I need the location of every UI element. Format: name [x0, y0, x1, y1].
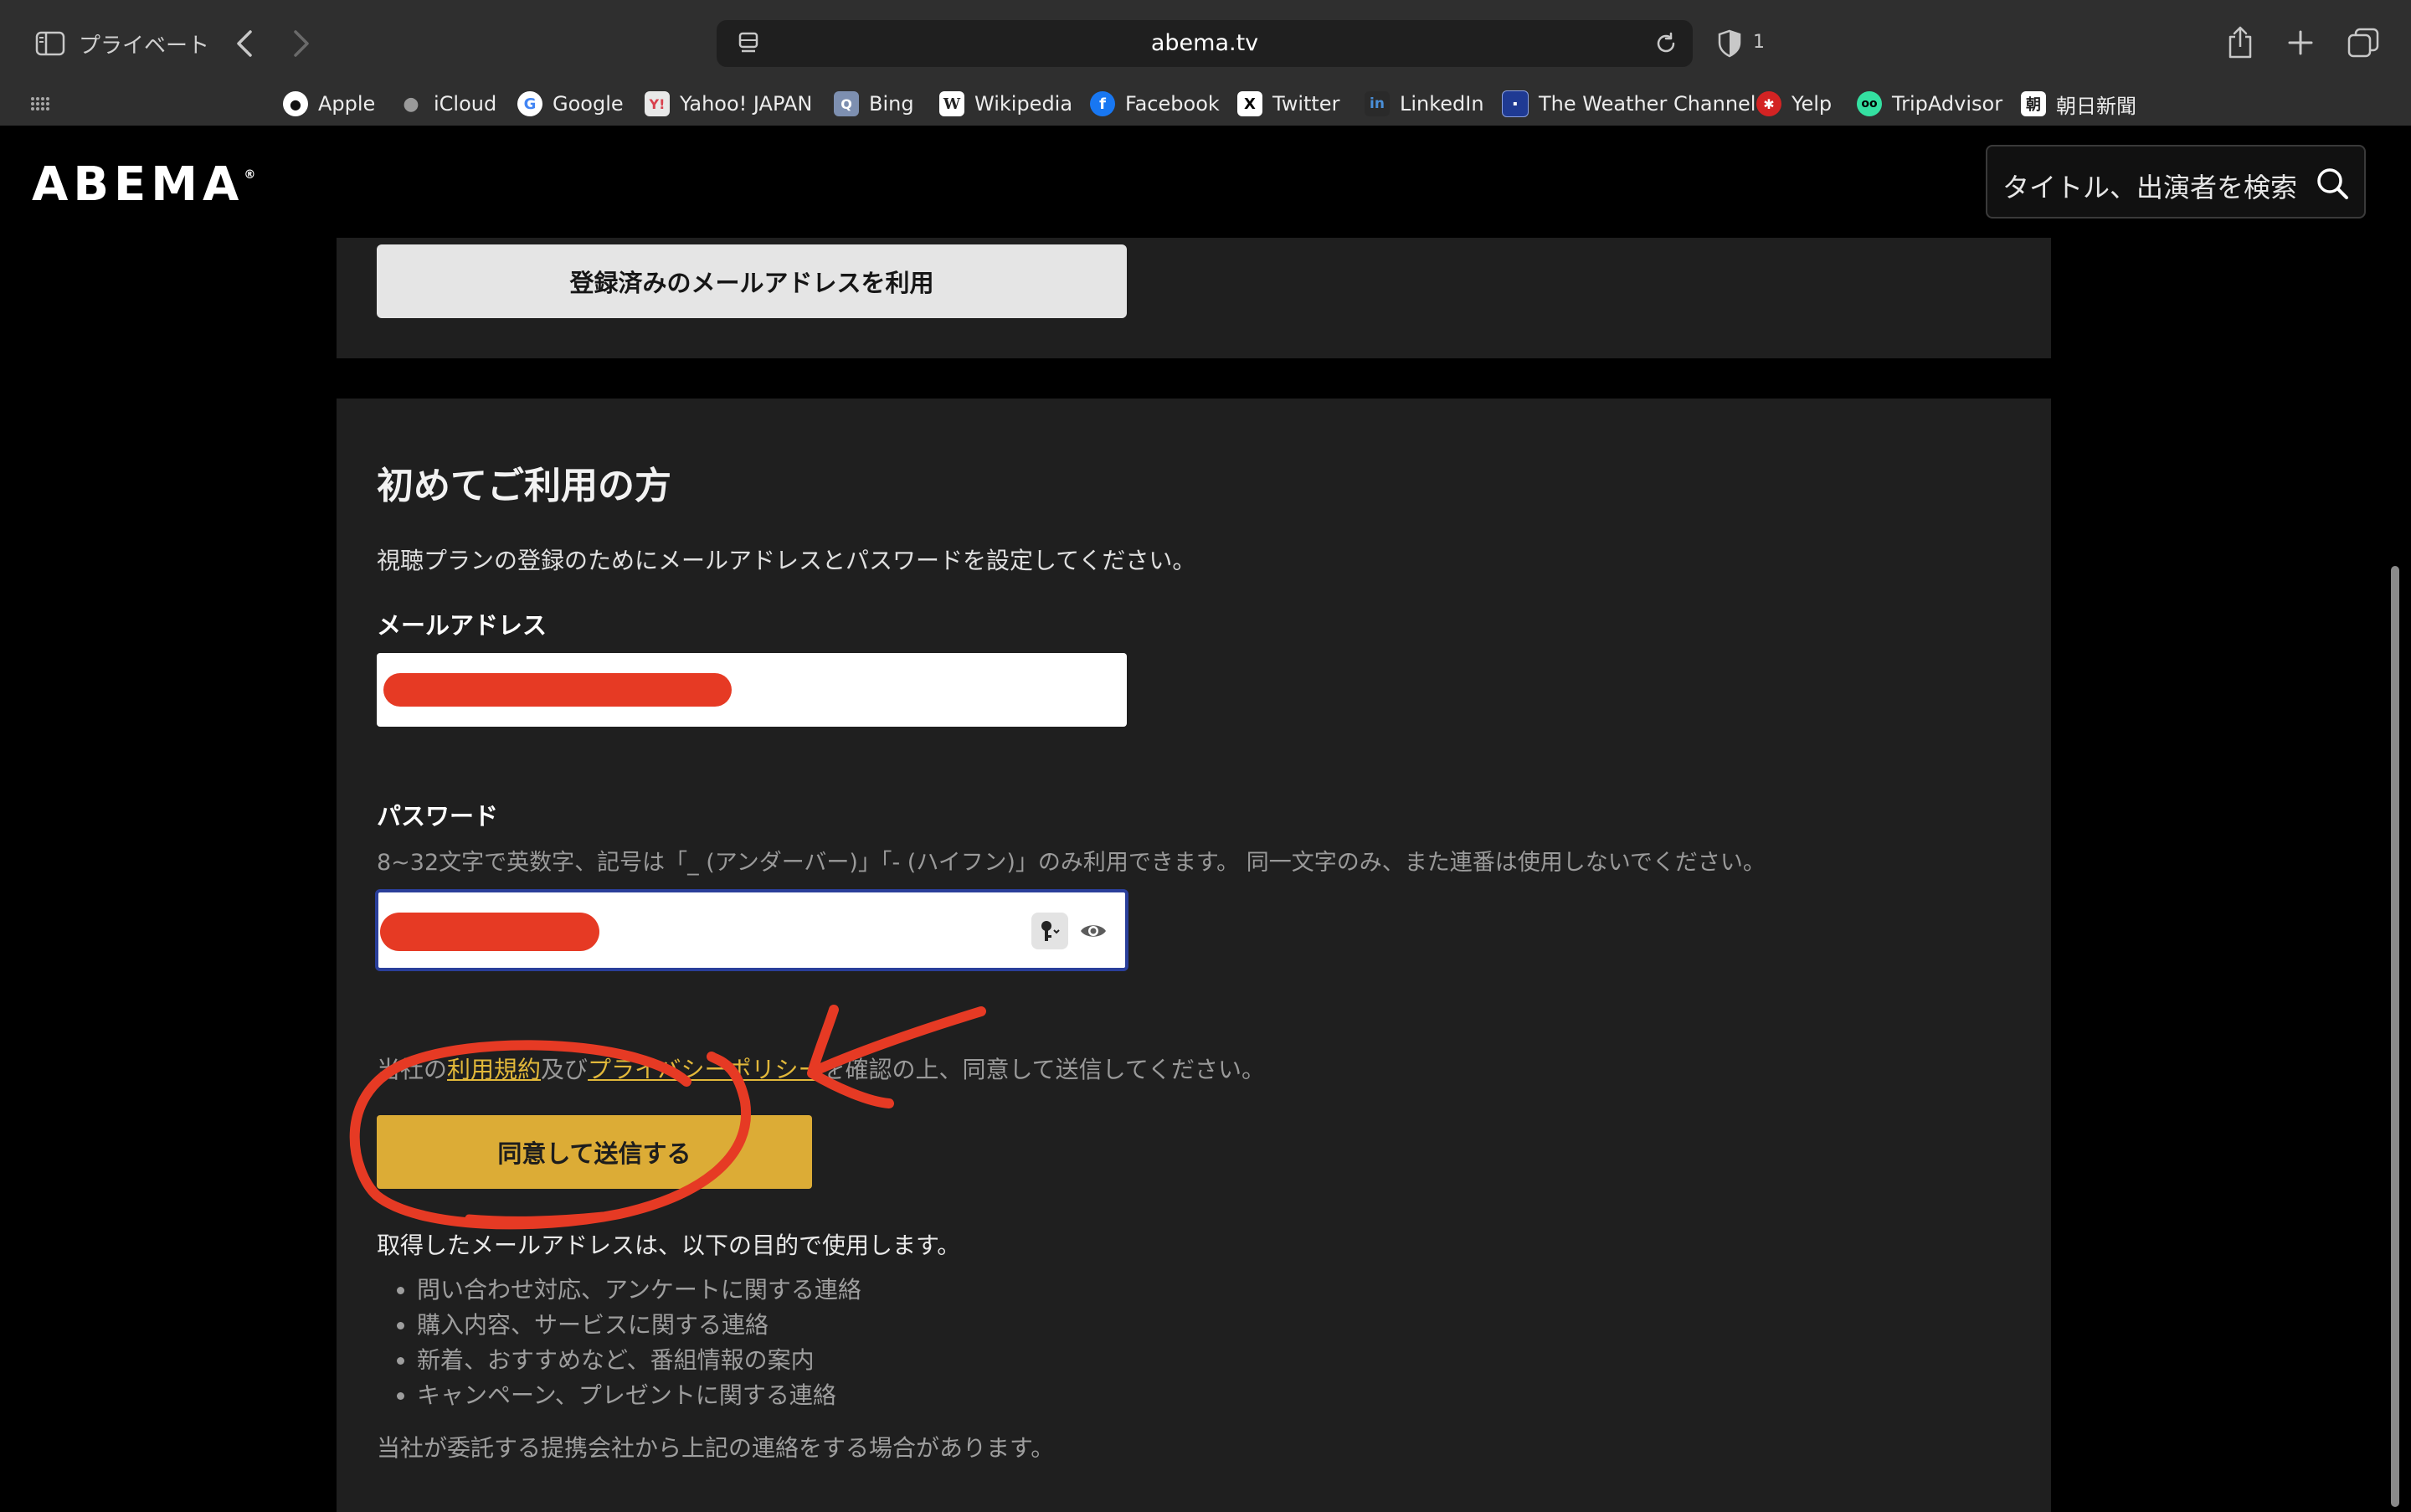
bookmark-label: Yelp — [1792, 92, 1833, 116]
abema-logo[interactable]: ABEMA® — [32, 157, 255, 212]
bookmark-linkedin[interactable]: in LinkedIn — [1365, 87, 1484, 121]
show-password-eye-icon[interactable] — [1077, 914, 1110, 948]
consent-prefix: 当社の — [377, 1056, 448, 1083]
section-description: 視聴プランの登録のためにメールアドレスとパスワードを設定してください。 — [377, 547, 1196, 574]
tracker-count: 1 — [1753, 32, 1765, 53]
apple-icon: ● — [403, 93, 419, 115]
purpose-intro: 取得したメールアドレスは、以下の目的で使用します。 — [377, 1232, 961, 1259]
redaction-mark — [383, 673, 732, 707]
bookmark-asahi[interactable]: 朝 朝日新聞 — [2021, 87, 2136, 121]
bookmark-tripadvisor[interactable]: oo TripAdvisor — [1857, 87, 2002, 121]
list-item: 新着、おすすめなど、番組情報の案内 — [417, 1343, 861, 1378]
address-bar[interactable]: abema.tv — [717, 20, 1693, 67]
password-field[interactable] — [375, 889, 1128, 971]
bookmark-wikipedia[interactable]: W Wikipedia — [939, 87, 1072, 121]
facebook-icon: f — [1090, 91, 1115, 116]
bookmark-yahoo-japan[interactable]: Y! Yahoo! JAPAN — [645, 87, 812, 121]
bookmark-label: Facebook — [1125, 92, 1220, 116]
page-scrollbar[interactable] — [2391, 566, 2399, 1507]
apps-grid-icon[interactable] — [25, 89, 55, 119]
use-registered-email-button[interactable]: 登録済みのメールアドレスを利用 — [377, 244, 1127, 318]
terms-of-service-link[interactable]: 利用規約 — [447, 1056, 541, 1083]
yahoo-icon: Y! — [645, 91, 670, 116]
tripadvisor-icon: oo — [1857, 91, 1882, 116]
bookmark-label: iCloud — [434, 92, 497, 116]
consent-and: 及び — [541, 1056, 589, 1083]
email-field[interactable] — [377, 653, 1127, 727]
new-tab-icon[interactable] — [2280, 20, 2321, 65]
main-content: 登録済みのメールアドレスを利用 初めてご利用の方 視聴プランの登録のためにメール… — [0, 238, 2411, 1512]
list-item: 購入内容、サービスに関する連絡 — [417, 1308, 861, 1343]
search-field[interactable]: タイトル、出演者を検索 — [1986, 145, 2366, 219]
bookmark-weather-channel[interactable]: ▪ The Weather Channel — [1502, 87, 1756, 121]
partner-note: 当社が委託する提携会社から上記の連絡をする場合があります。 — [377, 1434, 1055, 1462]
favorites-bar: ● Apple ● iCloud G Google Y! Yahoo! JAPA… — [0, 84, 2411, 124]
bookmark-label: LinkedIn — [1400, 92, 1484, 116]
private-browsing-label: プライベート — [79, 33, 210, 59]
browser-chrome: プライベート abema.tv 1 ● Apple ● iCloud G Goo… — [0, 0, 2411, 126]
redaction-mark — [380, 913, 599, 951]
forward-button[interactable] — [283, 23, 320, 64]
reload-icon[interactable] — [1651, 28, 1681, 59]
wikipedia-icon: W — [939, 91, 964, 116]
agree-and-submit-button[interactable]: 同意して送信する — [377, 1115, 812, 1189]
consent-text: 当社の利用規約及びプライバシーポリシーを確認の上、同意して送信してください。 — [377, 1052, 1265, 1085]
share-icon[interactable] — [2220, 20, 2260, 65]
bookmark-label: Bing — [869, 92, 914, 116]
back-button[interactable] — [226, 23, 263, 64]
list-item: 問い合わせ対応、アンケートに関する連絡 — [417, 1273, 861, 1308]
linkedin-icon: in — [1365, 91, 1390, 116]
sidebar-toggle-icon[interactable] — [32, 25, 69, 62]
site-header: ABEMA® タイトル、出演者を検索 — [0, 126, 2411, 238]
bookmark-label: Apple — [318, 92, 376, 116]
purpose-list: 問い合わせ対応、アンケートに関する連絡 購入内容、サービスに関する連絡 新着、お… — [377, 1273, 861, 1413]
bookmark-label: 朝日新聞 — [2056, 94, 2136, 118]
password-label: パスワード — [377, 802, 499, 831]
logo-text: ABEMA — [32, 157, 244, 212]
search-icon[interactable] — [2314, 165, 2351, 202]
consent-suffix: を確認の上、同意して送信してください。 — [821, 1056, 1265, 1083]
password-hint: 8~32文字で英数字、記号は「_ (アンダーバー)」「- (ハイフン)」のみ利用… — [377, 850, 1766, 876]
existing-account-panel: 登録済みのメールアドレスを利用 — [337, 238, 2051, 358]
bookmark-google[interactable]: G Google — [517, 87, 624, 121]
search-placeholder: タイトル、出演者を検索 — [2002, 172, 2298, 203]
tab-overview-icon[interactable] — [2342, 22, 2384, 64]
bookmark-label: Wikipedia — [974, 92, 1073, 116]
apple-icon: ● — [283, 91, 308, 116]
x-icon: X — [1237, 91, 1262, 116]
email-label: メールアドレス — [377, 611, 547, 640]
bookmark-label: The Weather Channel — [1539, 92, 1756, 116]
new-user-panel: 初めてご利用の方 視聴プランの登録のためにメールアドレスとパスワードを設定してく… — [337, 399, 2051, 1512]
bookmark-facebook[interactable]: f Facebook — [1090, 87, 1220, 121]
privacy-shield-icon[interactable] — [1713, 25, 1746, 62]
bookmark-icloud[interactable]: ● iCloud — [398, 87, 496, 121]
bookmark-label: TripAdvisor — [1892, 92, 2003, 116]
bookmark-label: Yahoo! JAPAN — [680, 92, 813, 116]
bing-icon: Q — [834, 91, 859, 116]
bookmark-apple[interactable]: ● Apple — [283, 87, 375, 121]
asahi-icon: 朝 — [2021, 91, 2046, 116]
section-title: 初めてご利用の方 — [377, 465, 671, 507]
bookmark-twitter[interactable]: X Twitter — [1237, 87, 1339, 121]
url-text: abema.tv — [1150, 30, 1259, 56]
browser-toolbar: プライベート abema.tv 1 — [0, 0, 2411, 85]
privacy-policy-link[interactable]: プライバシーポリシー — [588, 1056, 821, 1083]
weather-channel-icon: ▪ — [1502, 90, 1529, 117]
list-item: キャンペーン、プレゼントに関する連絡 — [417, 1378, 861, 1413]
yelp-icon: ✱ — [1756, 91, 1781, 116]
google-icon: G — [517, 91, 542, 116]
bookmark-label: Google — [553, 92, 624, 116]
bookmark-label: Twitter — [1272, 92, 1340, 116]
bookmark-yelp[interactable]: ✱ Yelp — [1756, 87, 1832, 121]
password-autofill-key-icon[interactable] — [1031, 913, 1068, 949]
bookmark-bing[interactable]: Q Bing — [834, 87, 914, 121]
registered-mark: ® — [244, 168, 256, 183]
